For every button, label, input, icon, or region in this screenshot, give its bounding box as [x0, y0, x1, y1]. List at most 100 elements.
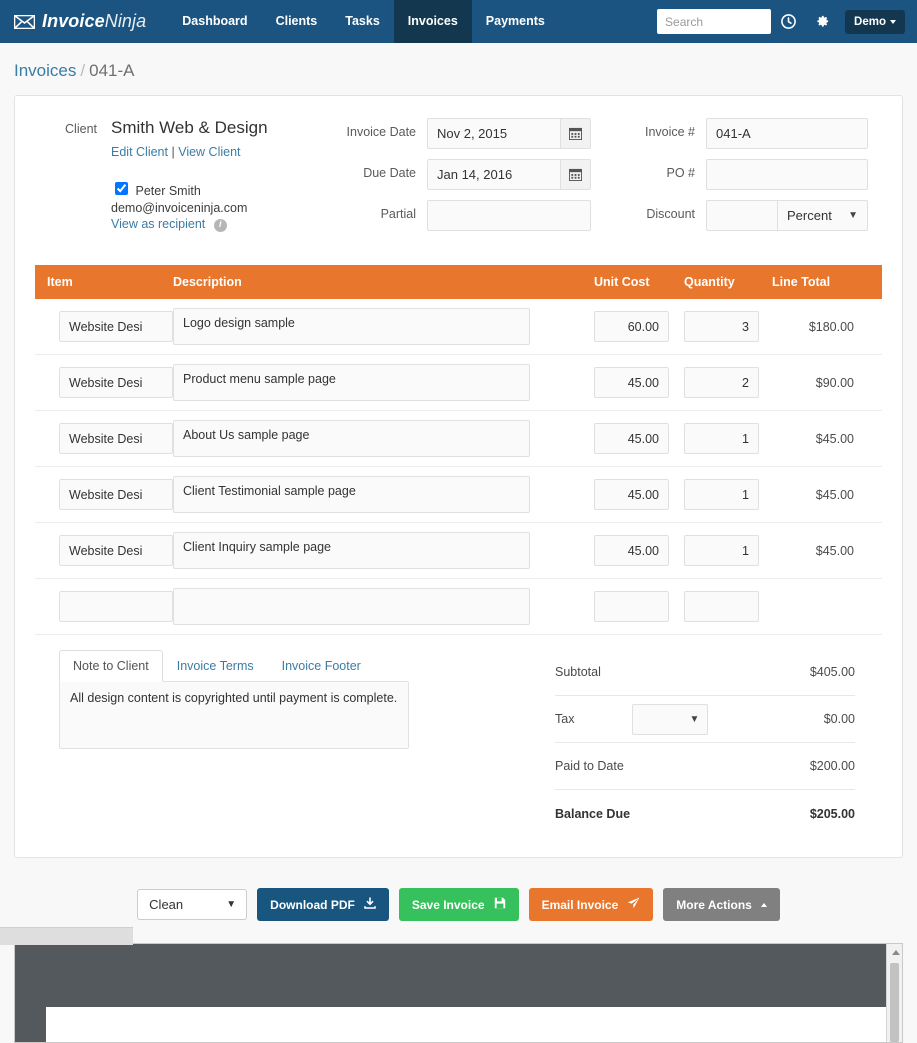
quantity-input[interactable]: [684, 423, 759, 454]
cell-quantity: [684, 466, 772, 523]
cell-item: [35, 410, 173, 467]
tab-invoice-footer[interactable]: Invoice Footer: [268, 650, 375, 682]
description-input[interactable]: [173, 588, 530, 625]
preview-scrollbar[interactable]: [886, 944, 902, 1042]
quantity-input[interactable]: [684, 311, 759, 342]
paid-to-date-value: $200.00: [809, 759, 855, 773]
contact-checkbox[interactable]: [115, 182, 128, 196]
tab-note-to-client[interactable]: Note to Client: [59, 650, 163, 682]
nav-link-tasks[interactable]: Tasks: [331, 0, 394, 43]
browser-download-bar[interactable]: [0, 927, 133, 945]
item-input[interactable]: [59, 479, 173, 510]
scrollbar-thumb[interactable]: [890, 963, 899, 1042]
quantity-input[interactable]: [684, 479, 759, 510]
invoice-date-input[interactable]: [427, 118, 560, 149]
scroll-up-arrow-icon[interactable]: [892, 950, 900, 955]
chevron-down-icon: ▼: [848, 210, 858, 221]
info-icon[interactable]: i: [213, 218, 227, 232]
cell-item: [35, 354, 173, 411]
cell-description: Product menu sample page: [173, 354, 594, 411]
clock-icon[interactable]: [771, 0, 805, 43]
unit-cost-input[interactable]: [594, 479, 669, 510]
description-input[interactable]: Logo design sample: [173, 308, 530, 345]
calendar-icon[interactable]: [560, 159, 591, 190]
table-row: Client Testimonial sample page $45.00: [35, 466, 882, 523]
partial-input[interactable]: [427, 200, 591, 231]
view-client-link[interactable]: View Client: [178, 145, 240, 159]
tab-invoice-terms[interactable]: Invoice Terms: [163, 650, 268, 682]
navbar-right: Demo: [657, 0, 905, 43]
discount-label: Discount: [646, 207, 695, 221]
envelope-icon: [14, 14, 35, 29]
contact-email: demo@invoiceninja.com: [111, 200, 248, 215]
cell-item: [35, 578, 173, 635]
dates-column: Invoice Date Due Date: [335, 118, 600, 241]
quantity-input[interactable]: [684, 591, 759, 622]
save-invoice-button[interactable]: Save Invoice: [398, 888, 519, 921]
unit-cost-input[interactable]: [594, 591, 669, 622]
description-input[interactable]: Client Inquiry sample page: [173, 532, 530, 569]
download-pdf-button[interactable]: Download PDF: [257, 888, 389, 921]
gear-icon[interactable]: [805, 0, 839, 43]
account-menu-button[interactable]: Demo: [845, 9, 905, 34]
nav-link-dashboard[interactable]: Dashboard: [168, 0, 261, 43]
po-number-row: PO #: [614, 159, 882, 190]
item-input[interactable]: [59, 423, 173, 454]
calendar-icon[interactable]: [560, 118, 591, 149]
more-actions-button[interactable]: More Actions: [663, 888, 780, 921]
description-input[interactable]: About Us sample page: [173, 420, 530, 457]
item-input[interactable]: [59, 591, 173, 622]
item-input[interactable]: [59, 535, 173, 566]
brand-light: Ninja: [104, 11, 147, 31]
cell-line-total: $90.00: [772, 354, 882, 411]
app-logo[interactable]: InvoiceNinja: [14, 11, 146, 32]
search-input[interactable]: [657, 9, 772, 34]
breadcrumb-invoices-link[interactable]: Invoices: [14, 61, 76, 80]
cell-unit-cost: [594, 299, 684, 355]
cell-line-total: $45.00: [772, 410, 882, 467]
edit-client-link[interactable]: Edit Client: [111, 145, 168, 159]
invoice-header-form: Client Smith Web & Design Edit Client | …: [35, 118, 882, 241]
unit-cost-input[interactable]: [594, 423, 669, 454]
discount-input[interactable]: [706, 200, 777, 231]
table-header-row: Item Description Unit Cost Quantity Line…: [35, 265, 882, 299]
breadcrumb-current: 041-A: [89, 61, 135, 80]
unit-cost-input[interactable]: [594, 535, 669, 566]
description-input[interactable]: Product menu sample page: [173, 364, 530, 401]
main-nav: Dashboard Clients Tasks Invoices Payment…: [168, 0, 559, 43]
quantity-input[interactable]: [684, 367, 759, 398]
tax-value: $0.00: [823, 712, 855, 726]
discount-type-select[interactable]: Percent ▼: [777, 200, 868, 231]
invoice-number-input[interactable]: [706, 118, 868, 149]
template-select[interactable]: Clean ▼: [137, 889, 248, 920]
item-input[interactable]: [59, 367, 173, 398]
invoice-date-label: Invoice Date: [346, 125, 416, 139]
note-to-client-textarea[interactable]: All design content is copyrighted until …: [59, 681, 409, 749]
view-as-recipient-link[interactable]: View as recipient: [111, 217, 205, 231]
unit-cost-input[interactable]: [594, 367, 669, 398]
item-input[interactable]: [59, 311, 173, 342]
floppy-icon: [494, 897, 506, 912]
quantity-input[interactable]: [684, 535, 759, 566]
more-actions-label: More Actions: [676, 897, 752, 912]
cell-line-total: $45.00: [772, 466, 882, 523]
cell-unit-cost: [594, 578, 684, 635]
invoice-date-row: Invoice Date: [335, 118, 600, 149]
cell-description: Client Inquiry sample page: [173, 522, 594, 579]
po-number-label: PO #: [666, 166, 696, 180]
nav-link-invoices[interactable]: Invoices: [393, 0, 472, 43]
description-input[interactable]: Client Testimonial sample page: [173, 476, 530, 513]
due-date-input[interactable]: [427, 159, 560, 190]
partial-label: Partial: [380, 207, 416, 221]
template-select-value: Clean: [149, 897, 184, 912]
email-invoice-button[interactable]: Email Invoice: [528, 888, 654, 921]
po-number-input[interactable]: [706, 159, 868, 190]
cell-item: [35, 299, 173, 355]
tax-rate-select[interactable]: ▼: [632, 703, 709, 735]
discount-row: Discount Percent ▼: [614, 200, 882, 231]
unit-cost-input[interactable]: [594, 311, 669, 342]
table-row: Product menu sample page $90.00: [35, 354, 882, 411]
nav-link-payments[interactable]: Payments: [472, 0, 559, 43]
download-icon: [364, 897, 376, 912]
nav-link-clients[interactable]: Clients: [262, 0, 332, 43]
